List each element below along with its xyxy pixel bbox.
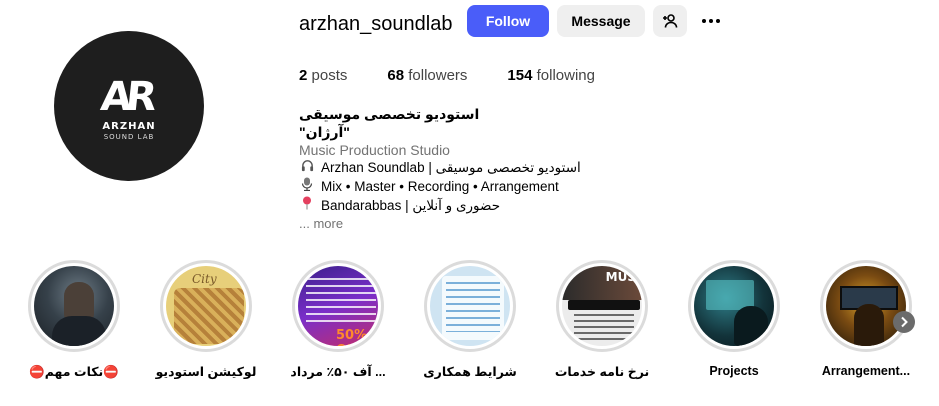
profile-stats: 2 posts 68 followers 154 following <box>299 66 635 86</box>
highlight-label: Arrangement... <box>821 364 911 378</box>
highlight-cover-image <box>826 266 906 346</box>
message-button[interactable]: Message <box>557 5 645 37</box>
bio-more-link[interactable]: ... more <box>299 215 699 233</box>
highlight-ring: 50% OFF <box>292 260 384 352</box>
highlight-label: نرخ نامه خدمات <box>554 365 650 379</box>
highlight-item[interactable]: شرایط همکاری <box>405 260 535 379</box>
highlight-label: ⛔نکات مهم⛔ <box>29 365 119 379</box>
highlight-label: شرایط همکاری <box>423 365 517 379</box>
highlight-item[interactable]: City لوکیشن استودیو <box>141 260 271 379</box>
highlight-ring <box>424 260 516 352</box>
logo-subtitle: SOUND LAB <box>103 133 155 141</box>
highlights-next-button[interactable] <box>893 311 915 333</box>
posts-stat: 2 posts <box>299 67 348 84</box>
follow-button[interactable]: Follow <box>467 5 549 37</box>
suggest-people-button[interactable] <box>653 5 687 37</box>
bio-line-3: Bandarabbas | حضوری و آنلاین <box>299 196 699 215</box>
logo-name: ARZHAN <box>102 121 156 132</box>
highlight-item[interactable]: MUS نرخ نامه خدمات <box>537 260 667 379</box>
highlight-cover-image: MUS <box>562 266 642 346</box>
highlight-ring <box>28 260 120 352</box>
highlight-cover-image: 50% OFF <box>298 266 378 346</box>
person-add-icon <box>663 14 678 28</box>
bio-line-1: Arzhan Soundlab | استودیو تخصصی موسیقی <box>299 159 699 177</box>
highlight-cover-image <box>430 266 510 346</box>
profile-category: Music Production Studio <box>299 142 450 158</box>
highlight-item[interactable]: ⛔نکات مهم⛔ <box>9 260 139 380</box>
profile-username: arzhan_soundlab <box>299 13 453 35</box>
highlight-ring: MUS <box>556 260 648 352</box>
profile-avatar[interactable]: AR ARZHAN SOUND LAB <box>54 31 204 181</box>
profile-bio: استودیو تخصصی موسیقی "آرژان" Music Produ… <box>299 105 699 233</box>
more-options-icon <box>702 19 706 23</box>
headphones-icon <box>299 159 315 177</box>
logo-mark: AR <box>98 74 154 120</box>
pin-icon <box>299 196 315 215</box>
microphone-icon <box>299 177 315 196</box>
following-stat[interactable]: 154 following <box>507 66 595 86</box>
highlight-cover-image <box>34 266 114 346</box>
highlight-label: آف ۵۰٪ مرداد ... <box>290 365 386 379</box>
highlight-cover-image: City <box>166 266 246 346</box>
chevron-right-icon <box>901 316 908 328</box>
highlight-item[interactable]: Projects <box>669 260 799 378</box>
highlight-label: لوکیشن استودیو <box>155 365 257 379</box>
highlight-item[interactable]: 50% OFF آف ۵۰٪ مرداد ... <box>273 260 403 379</box>
highlight-ring <box>688 260 780 352</box>
bio-line-2: Mix • Master • Recording • Arrangement <box>299 177 699 196</box>
highlight-label: Projects <box>709 364 759 378</box>
story-highlights: ⛔نکات مهم⛔ City لوکیشن استودیو 50% OFF آ… <box>0 260 939 390</box>
highlight-cover-image <box>694 266 774 346</box>
highlight-ring: City <box>160 260 252 352</box>
more-options-button[interactable] <box>697 11 725 31</box>
profile-display-name: استودیو تخصصی موسیقی "آرژان" <box>299 106 480 140</box>
followers-stat[interactable]: 68 followers <box>387 66 467 86</box>
highlight-ring <box>820 260 912 352</box>
